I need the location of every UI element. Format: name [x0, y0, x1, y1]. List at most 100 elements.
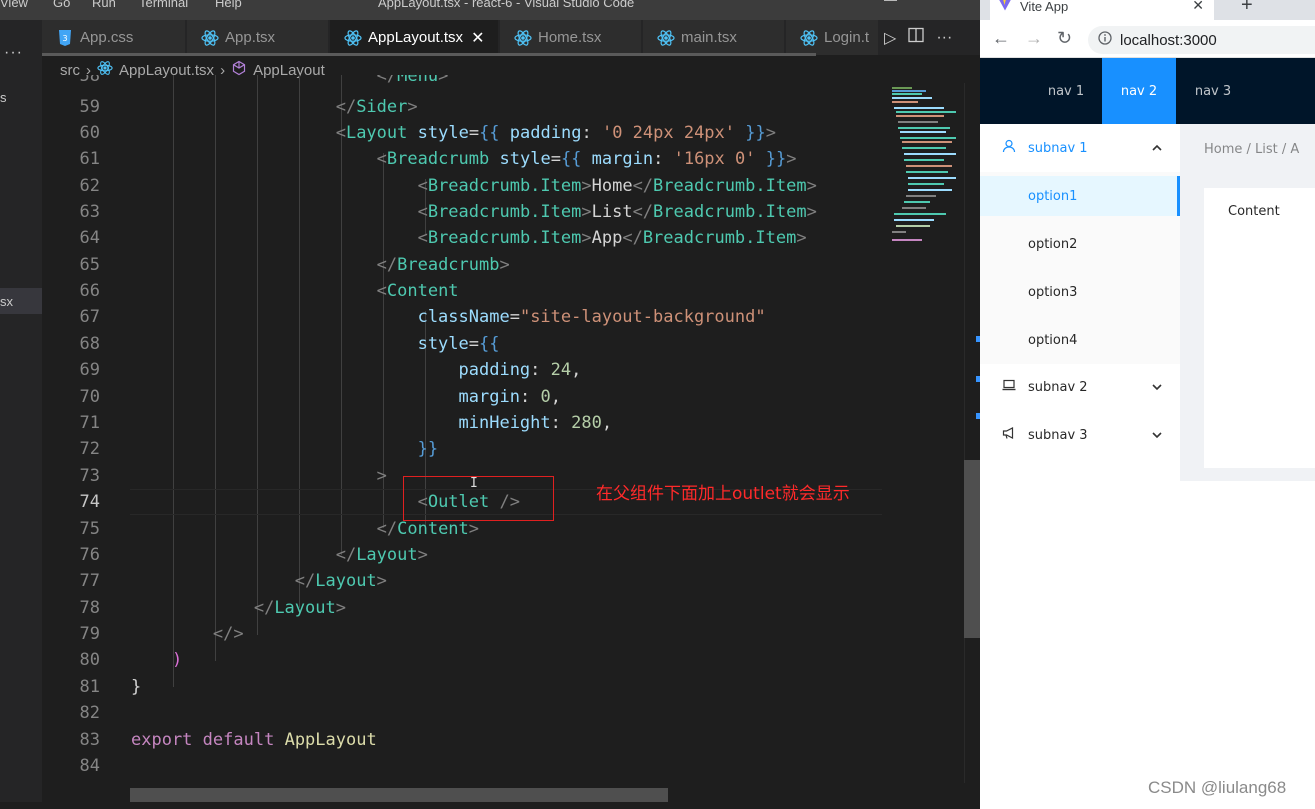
menu-terminal[interactable]: Terminal	[139, 0, 188, 10]
react-file-icon	[657, 29, 675, 47]
code-line: 79 </>	[79, 624, 244, 644]
menu-go[interactable]: Go	[53, 0, 70, 10]
code-line: 80 )	[79, 650, 183, 670]
code-line: 58 </Menu>	[79, 75, 449, 86]
split-editor-icon[interactable]	[908, 27, 924, 48]
submenu-subnav-3[interactable]: subnav 3	[980, 411, 1180, 459]
submenu-subnav-2[interactable]: subnav 2	[980, 363, 1180, 411]
react-file-icon	[201, 29, 219, 47]
menu-item-option1[interactable]: option1	[980, 176, 1180, 216]
tab-app-tsx[interactable]: App.tsx	[187, 20, 329, 55]
menu-view[interactable]: View	[0, 0, 28, 10]
nav-item-1[interactable]: nav 1	[1030, 58, 1102, 124]
editor-tabs: 3 App.css App.tsx AppLayout.tsx ✕ Home.t…	[42, 20, 980, 55]
forward-icon[interactable]: →	[1025, 28, 1043, 49]
minimap[interactable]	[882, 83, 966, 783]
tab-label: App.css	[80, 29, 134, 46]
code-line: 61 <Breadcrumb style={{ margin: '16px 0'…	[79, 149, 797, 169]
browser-toolbar: ← → ↻ localhost:3000	[980, 20, 1315, 58]
code-line: 78 </Layout>	[79, 598, 346, 618]
tab-label: App.tsx	[225, 29, 276, 46]
highlight-box	[403, 476, 554, 521]
minimize-icon[interactable]: —	[884, 0, 898, 7]
code-line: 76 </Layout>	[79, 545, 428, 565]
annotation-note: 在父组件下面加上outlet就会显示	[596, 484, 850, 504]
tab-applayout-tsx[interactable]: AppLayout.tsx ✕	[330, 20, 499, 55]
tab-main-tsx[interactable]: main.tsx	[643, 20, 785, 55]
app-content: Content	[1204, 188, 1315, 468]
code-line: 83 export default AppLayout	[79, 730, 377, 750]
submenu-label: subnav 1	[1028, 140, 1088, 156]
code-editor[interactable]: 58 </Menu> 59 </Sider> 60 <Layout style=…	[42, 75, 882, 785]
tab-label: Login.t	[824, 29, 870, 46]
sidebar-fragment[interactable]: s	[0, 90, 7, 105]
text-cursor-icon: I	[470, 476, 478, 491]
address-bar[interactable]: localhost:3000	[1088, 26, 1315, 54]
code-line: 60 <Layout style={{ padding: '0 24px 24p…	[79, 123, 776, 143]
chevron-down-icon	[1152, 428, 1162, 442]
laptop-icon	[1002, 378, 1016, 396]
react-file-icon	[344, 29, 362, 47]
menu-item-option4[interactable]: option4	[980, 320, 1180, 360]
back-icon[interactable]: ←	[992, 28, 1010, 49]
code-line: 63 <Breadcrumb.Item>List</Breadcrumb.Ite…	[79, 202, 817, 222]
url-text[interactable]: localhost:3000	[1120, 32, 1217, 49]
horizontal-scrollbar-thumb[interactable]	[130, 788, 668, 802]
code-line: 72 }}	[79, 439, 439, 459]
close-icon[interactable]: ✕	[471, 28, 484, 48]
submenu-options: option1 option2 option3 option4	[980, 172, 1180, 364]
close-tab-icon[interactable]: ✕	[1192, 0, 1204, 14]
code-line: 68 style={{	[79, 334, 500, 354]
vertical-scrollbar-thumb[interactable]	[964, 460, 980, 638]
code-line: 77 </Layout>	[79, 571, 387, 591]
code-line: 59 </Sider>	[79, 97, 418, 117]
menu-item-option2[interactable]: option2	[980, 224, 1180, 264]
title-bar: View Go Run Terminal Help AppLayout.tsx …	[0, 0, 980, 20]
code-line: 64 <Breadcrumb.Item>App</Breadcrumb.Item…	[79, 228, 807, 248]
css-file-icon: 3	[56, 29, 74, 47]
content-text: Content	[1228, 204, 1280, 219]
more-actions-icon[interactable]: ···	[4, 44, 23, 62]
react-file-icon	[514, 29, 532, 47]
menu-help[interactable]: Help	[215, 0, 242, 10]
menu-item-option3[interactable]: option3	[980, 272, 1180, 312]
watermark: CSDN @liulang68	[1148, 778, 1287, 797]
app-sider-menu: subnav 1 option1 option2 option3 option4…	[980, 124, 1180, 481]
react-file-icon	[800, 29, 818, 47]
browser-window: Vite App ✕ + ← → ↻ localhost:3000 nav 1 …	[980, 0, 1315, 809]
reload-icon[interactable]: ↻	[1057, 28, 1072, 49]
tab-home-tsx[interactable]: Home.tsx	[500, 20, 642, 55]
app-main: Home / List / A Content	[1180, 124, 1315, 481]
browser-tab-title: Vite App	[1020, 0, 1069, 14]
code-line: 67 className="site-layout-background"	[79, 307, 766, 327]
code-line: 66 <Content	[79, 281, 459, 301]
code-line: 65 </Breadcrumb>	[79, 255, 510, 275]
submenu-label: subnav 2	[1028, 379, 1088, 395]
user-icon	[1002, 139, 1016, 157]
more-actions-icon[interactable]: ···	[936, 29, 952, 47]
nav-item-3[interactable]: nav 3	[1176, 58, 1250, 124]
code-line: 81}	[79, 677, 142, 697]
svg-text:3: 3	[62, 34, 67, 43]
code-line: 71 minHeight: 280,	[79, 413, 613, 433]
code-line: 84	[79, 756, 100, 776]
vertical-scrollbar[interactable]	[964, 83, 980, 783]
explorer-sidebar: ··· s sx	[0, 20, 42, 809]
menu-run[interactable]: Run	[92, 0, 116, 10]
info-icon[interactable]	[1098, 31, 1112, 49]
chevron-up-icon	[1152, 141, 1162, 155]
submenu-subnav-1[interactable]: subnav 1	[980, 124, 1180, 172]
tab-label: AppLayout.tsx	[368, 29, 464, 46]
run-icon[interactable]: ▷	[884, 28, 896, 48]
browser-tab[interactable]: Vite App ✕	[990, 0, 1214, 20]
chevron-down-icon	[1152, 380, 1162, 394]
tab-app-css[interactable]: 3 App.css	[42, 20, 186, 55]
code-line: 82	[79, 703, 100, 723]
status-area	[0, 802, 980, 809]
notification-icon	[1002, 426, 1016, 444]
tab-scrollbar[interactable]	[42, 53, 816, 56]
vscode-window: View Go Run Terminal Help AppLayout.tsx …	[0, 0, 980, 809]
nav-item-2[interactable]: nav 2	[1102, 58, 1176, 124]
sidebar-fragment[interactable]: sx	[0, 294, 13, 309]
new-tab-icon[interactable]: +	[1241, 0, 1253, 17]
